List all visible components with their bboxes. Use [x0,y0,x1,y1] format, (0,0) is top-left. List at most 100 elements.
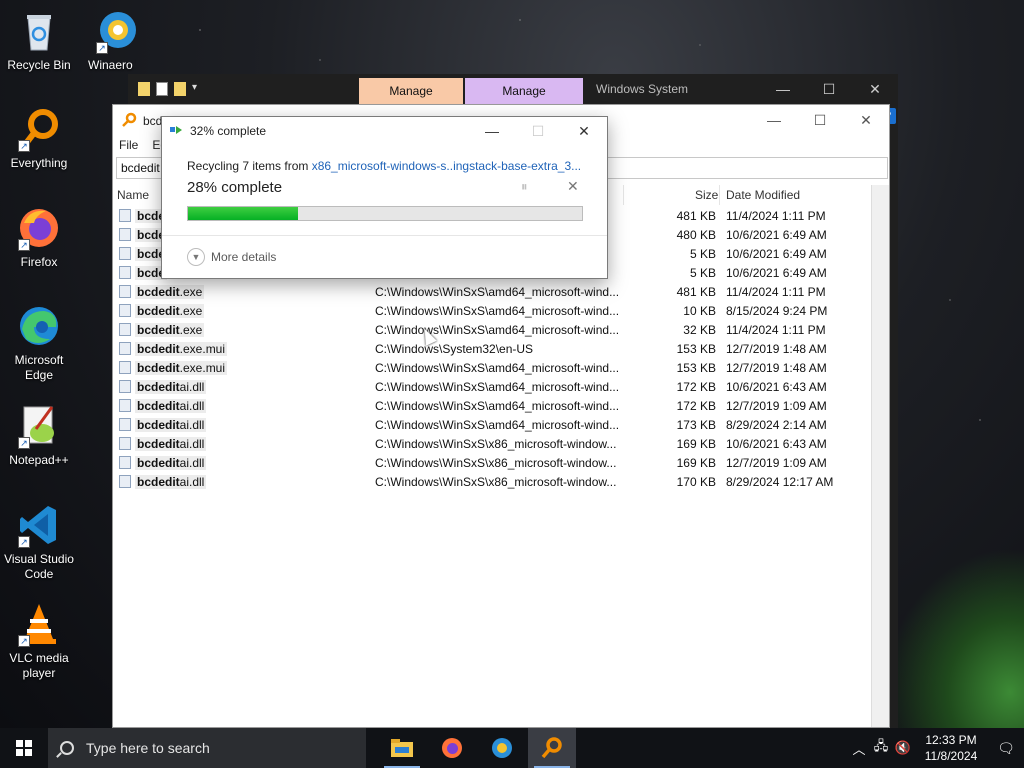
file-size: 481 KB [676,209,716,223]
clock[interactable]: 12:33 PM 11/8/2024 [914,732,988,764]
recycle-progress-dialog[interactable]: 32% complete — ☐ ✕ Recycling 7 items fro… [161,116,608,279]
file-date: 10/6/2021 6:49 AM [726,266,827,280]
minimize-button[interactable]: — [760,74,806,104]
tab-manage-drive[interactable]: Manage [359,78,463,104]
chevron-up-icon[interactable]: ︿ [848,739,870,758]
properties-icon[interactable] [156,82,168,96]
firefox-icon [442,738,462,758]
start-button[interactable] [0,728,48,768]
tab-manage-app[interactable]: Manage [465,78,583,104]
taskbar-winaero[interactable] [478,728,526,768]
file-date: 12/7/2019 1:48 AM [726,342,827,356]
volume-muted-icon[interactable]: 🔇 [892,740,914,756]
file-explorer-icon [391,739,413,757]
file-name: bcdeditai.dll [135,399,207,413]
taskbar-file-explorer[interactable] [378,728,426,768]
desktop-icon-label: Everything [10,156,68,170]
close-button[interactable]: ✕ [852,74,898,104]
table-row[interactable]: bcdeditai.dll C:\Windows\WinSxS\x86_micro… [113,472,889,491]
desktop-icon-label: VLC media player [9,651,69,680]
table-row[interactable]: bcdedit.exe.mui C:\Windows\System32\en-US… [113,339,889,358]
file-date: 10/6/2021 6:49 AM [726,228,827,242]
column-header-size[interactable]: Size [695,188,718,202]
desktop-icon-edge[interactable]: Microsoft Edge [0,303,78,383]
window-title: bcd [143,114,163,128]
file-size: 32 KB [683,323,716,337]
file-size: 5 KB [689,247,716,261]
column-header-name[interactable]: Name [117,188,149,202]
maximize-button[interactable]: ☐ [797,105,843,135]
desktop-icon-vlc[interactable]: ↗ VLC media player [0,601,78,681]
column-divider [719,185,720,205]
close-button[interactable]: ✕ [561,117,607,145]
file-transfer-icon [170,125,184,135]
table-row[interactable]: bcdedit.exe C:\Windows\WinSxS\amd64_micro… [113,301,889,320]
file-size: 153 KB [676,361,716,375]
table-row[interactable]: bcdeditai.dll C:\Windows\WinSxS\amd64_mic… [113,377,889,396]
recycle-bin-icon [16,8,62,54]
file-path: C:\Windows\WinSxS\x86_microsoft-window..… [375,437,617,451]
cancel-button[interactable]: ✕ [567,178,579,195]
desktop-icon-notepadpp[interactable]: ↗ Notepad++ [0,403,78,468]
minimize-button[interactable]: — [751,105,797,135]
dialog-controls: — ☐ ✕ [469,117,607,145]
new-folder-icon[interactable] [174,82,186,96]
everything-search-icon [541,737,562,759]
table-row[interactable]: bcdedit.exe C:\Windows\WinSxS\amd64_micro… [113,320,889,339]
desktop-icon-vscode[interactable]: ↗ Visual Studio Code [0,502,78,582]
file-path: C:\Windows\WinSxS\amd64_microsoft-wind..… [375,380,620,394]
file-size: 10 KB [683,304,716,318]
file-date: 8/29/2024 2:14 AM [726,418,827,432]
desktop-icon-winaero[interactable]: ↗ Winaero Tweaker [78,8,156,73]
shortcut-arrow-icon: ↗ [18,140,30,152]
vertical-scrollbar[interactable] [871,185,889,727]
table-row[interactable]: bcdedit.exe.mui C:\Windows\WinSxS\amd64_m… [113,358,889,377]
window-controls: — ☐ ✕ [751,105,889,135]
window-title: Windows System [596,82,689,96]
source-folder-link[interactable]: x86_microsoft-windows-s..ingstack-base-e… [312,159,581,173]
taskbar-firefox[interactable] [428,728,476,768]
table-row[interactable]: bcdedit.exe C:\Windows\WinSxS\amd64_micro… [113,282,889,301]
titlebar[interactable]: ▾ Manage Manage Windows System — ☐ ✕ [128,74,898,104]
more-details-toggle[interactable]: ▼ More details [187,248,276,266]
winaero-icon: ↗ [94,8,140,54]
folder-icon[interactable] [138,82,150,96]
file-date: 10/6/2021 6:43 AM [726,437,827,451]
menu-file[interactable]: File [119,135,138,155]
desktop-icon-recycle-bin[interactable]: Recycle Bin [0,8,78,73]
close-button[interactable]: ✕ [843,105,889,135]
table-row[interactable]: bcdeditai.dll C:\Windows\WinSxS\x86_micro… [113,453,889,472]
file-path: C:\Windows\WinSxS\amd64_microsoft-wind..… [375,285,620,299]
file-size: 173 KB [676,418,716,432]
file-size: 172 KB [676,380,716,394]
pause-button[interactable]: ⏸ [521,179,528,195]
taskbar-everything[interactable] [528,728,576,768]
maximize-button[interactable]: ☐ [806,74,852,104]
windows-logo-icon [16,740,32,756]
file-date: 10/6/2021 6:43 AM [726,380,827,394]
table-row[interactable]: bcdeditai.dll C:\Windows\WinSxS\amd64_mic… [113,396,889,415]
file-path: C:\Windows\WinSxS\amd64_microsoft-wind..… [375,399,620,413]
file-path: C:\Windows\System32\en-US [375,342,534,356]
customize-qa-icon[interactable]: ▾ [192,82,200,96]
recycling-status: Recycling 7 items from x86_microsoft-win… [187,159,581,173]
table-row[interactable]: bcdeditai.dll C:\Windows\WinSxS\x86_micro… [113,434,889,453]
file-icon [119,342,131,355]
vscode-icon: ↗ [16,502,62,548]
file-path: C:\Windows\WinSxS\x86_microsoft-window..… [375,475,617,489]
notification-icon[interactable]: 🗨 [988,740,1024,757]
desktop-icon-everything[interactable]: ↗ Everything [0,106,78,171]
desktop-icon-label: Microsoft Edge [14,353,64,382]
more-details-label: More details [211,250,277,264]
file-date: 8/29/2024 12:17 AM [726,475,834,489]
column-header-date[interactable]: Date Modified [726,188,800,202]
desktop-icon-firefox[interactable]: ↗ Firefox [0,205,78,270]
dialog-titlebar[interactable]: 32% complete — ☐ ✕ [162,117,607,145]
taskbar-search[interactable]: Type here to search [48,728,366,768]
file-name: bcdeditai.dll [135,418,207,432]
table-row[interactable]: bcdeditai.dll C:\Windows\WinSxS\amd64_mic… [113,415,889,434]
dialog-divider [162,235,607,236]
minimize-button[interactable]: — [469,117,515,145]
network-icon[interactable]: 🖧 [870,737,892,759]
progress-bar-fill [188,207,299,220]
